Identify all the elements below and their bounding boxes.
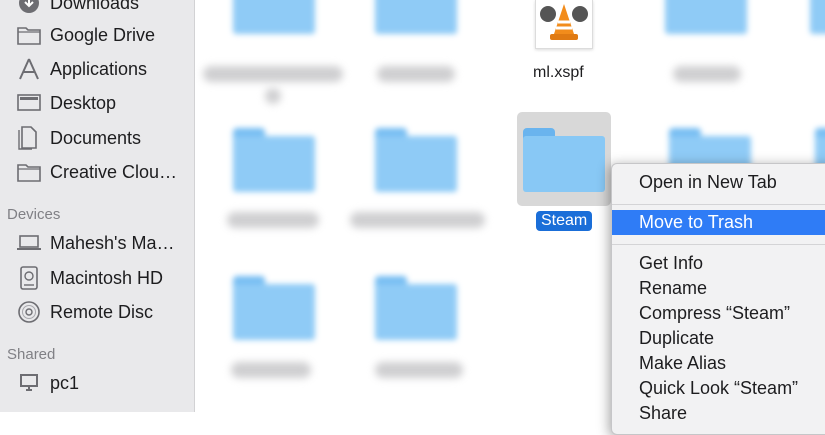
sidebar-item-downloads[interactable]: Downloads <box>0 0 194 20</box>
blurred-file-label <box>350 212 485 228</box>
menu-item-label: Rename <box>639 278 708 298</box>
menu-item-label: Get Info <box>639 253 704 273</box>
menu-item-move-to-trash[interactable]: Move to Trash <box>612 210 825 235</box>
sidebar-item-google-drive[interactable]: Google Drive <box>0 18 194 52</box>
sidebar-item-maheshs-mac[interactable]: Mahesh's Ma… <box>0 226 194 260</box>
menu-item-compress[interactable]: Compress “Steam” <box>612 301 825 326</box>
folder-icon <box>16 22 42 48</box>
sidebar-item-label: Mahesh's Ma… <box>50 232 175 253</box>
sidebar-item-label: Applications <box>50 58 148 79</box>
menu-separator <box>612 204 825 205</box>
sidebar-item-pc1[interactable]: pc1 <box>0 366 194 400</box>
menu-item-label: Share <box>639 403 688 423</box>
menu-item-label: Duplicate <box>639 328 715 348</box>
blurred-file-label <box>673 66 741 82</box>
sidebar-item-label: Desktop <box>50 92 117 113</box>
menu-item-label: Move to Trash <box>639 212 754 232</box>
sidebar-item-label: Downloads <box>50 0 140 13</box>
file-label: ml.xspf <box>533 64 584 81</box>
menu-item-label: Compress “Steam” <box>639 303 791 323</box>
folder-icon[interactable] <box>665 0 747 34</box>
sidebar-item-label: Google Drive <box>50 24 156 45</box>
sidebar-item-desktop[interactable]: Desktop <box>0 86 194 120</box>
sidebar-item-applications[interactable]: Applications <box>0 52 194 86</box>
menu-item-label: Quick Look “Steam” <box>639 378 799 398</box>
applications-icon <box>16 56 42 82</box>
menu-item-share[interactable]: Share <box>612 401 825 426</box>
downloads-icon <box>16 0 42 16</box>
sidebar-item-remote-disc[interactable]: Remote Disc <box>0 295 194 329</box>
sidebar-item-label: Remote Disc <box>50 301 154 322</box>
menu-separator <box>612 244 825 245</box>
menu-item-duplicate[interactable]: Duplicate <box>612 326 825 351</box>
disc-icon <box>16 299 42 325</box>
sidebar-item-creative-cloud[interactable]: Creative Clou… <box>0 155 194 189</box>
laptop-icon <box>16 230 42 256</box>
steam-folder-icon[interactable] <box>523 128 605 192</box>
folder-icon[interactable] <box>233 128 315 192</box>
blurred-file-label <box>377 66 455 82</box>
blurred-file-label <box>231 362 311 378</box>
documents-icon <box>16 125 42 151</box>
selected-file-label[interactable]: Steam <box>536 211 593 231</box>
sidebar-item-label: Creative Clou… <box>50 161 178 182</box>
menu-item-rename[interactable]: Rename <box>612 276 825 301</box>
menu-item-label: Make Alias <box>639 353 727 373</box>
sidebar: Downloads Google Drive Applications Desk… <box>0 0 195 412</box>
devices-header: Devices <box>7 206 61 223</box>
folder-icon[interactable] <box>375 276 457 340</box>
folder-icon[interactable] <box>375 128 457 192</box>
menu-item-get-info[interactable]: Get Info <box>612 251 825 276</box>
menu-item-make-alias[interactable]: Make Alias <box>612 351 825 376</box>
folder-icon[interactable] <box>375 0 457 34</box>
folder-icon[interactable] <box>233 276 315 340</box>
folder-icon[interactable] <box>810 0 825 34</box>
blurred-file-label <box>265 88 281 104</box>
sidebar-item-documents[interactable]: Documents <box>0 121 194 155</box>
sidebar-item-label: Documents <box>50 127 142 148</box>
sidebar-item-label: Macintosh HD <box>50 267 164 288</box>
vlc-file-icon[interactable] <box>535 0 593 49</box>
context-menu: Open in New Tab Move to Trash Get Info R… <box>611 163 825 435</box>
computer-icon <box>16 370 42 396</box>
blurred-file-label <box>227 212 319 228</box>
blurred-file-label <box>203 66 343 82</box>
menu-item-quick-look[interactable]: Quick Look “Steam” <box>612 376 825 401</box>
menu-item-label: Open in New Tab <box>639 172 777 192</box>
shared-header: Shared <box>7 346 56 363</box>
folder-icon <box>16 159 42 185</box>
desktop-icon <box>16 90 42 116</box>
folder-icon[interactable] <box>233 0 315 34</box>
sidebar-item-macintosh-hd[interactable]: Macintosh HD <box>0 261 194 295</box>
menu-item-open-in-new-tab[interactable]: Open in New Tab <box>612 170 825 195</box>
hard-drive-icon <box>16 265 42 291</box>
blurred-file-label <box>375 362 463 378</box>
sidebar-item-label: pc1 <box>50 372 80 393</box>
